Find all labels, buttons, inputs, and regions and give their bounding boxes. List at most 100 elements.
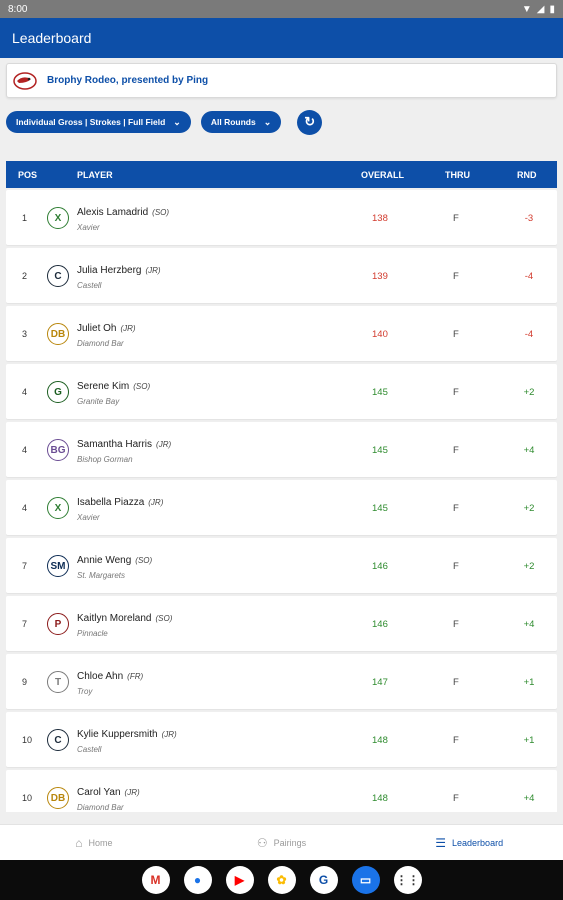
table-row[interactable]: 7 P Kaitlyn Moreland (SO) Pinnacle 146 F +4	[6, 596, 557, 651]
player-name: Alexis Lamadrid (SO)	[77, 207, 169, 218]
player-school: Diamond Bar	[77, 803, 124, 812]
school-logo-icon: SM	[47, 555, 69, 577]
messages-icon[interactable]: ▭	[351, 866, 380, 894]
player-grade: (FR)	[127, 672, 144, 681]
school-logo-text: X	[54, 212, 62, 224]
school-logo-text: X	[54, 502, 62, 514]
photos-icon[interactable]: ✿	[267, 866, 296, 894]
school-logo-icon: BG	[47, 439, 69, 461]
table-row[interactable]: 10 DB Carol Yan (JR) Diamond Bar 148 F +4	[6, 770, 557, 812]
field-filter-label: Individual Gross | Strokes | Full Field	[16, 117, 166, 127]
player-name-text: Annie Weng	[77, 555, 132, 566]
bottom-nav: ⌂ Home ⚇ Pairings ☰ Leaderboard	[0, 824, 563, 860]
player-school: Granite Bay	[77, 397, 120, 406]
field-filter-dropdown[interactable]: Individual Gross | Strokes | Full Field …	[6, 111, 191, 133]
nav-home[interactable]: ⌂ Home	[0, 836, 188, 850]
battery-icon: ▮	[549, 3, 555, 15]
overall-score: 138	[372, 213, 388, 224]
refresh-button[interactable]: ↻	[297, 109, 323, 135]
player-grade: (SO)	[152, 208, 170, 217]
player-name-text: Kaitlyn Moreland	[77, 613, 152, 624]
school-logo-icon: P	[47, 613, 69, 635]
overall-score: 146	[372, 619, 388, 630]
table-row[interactable]: 9 T Chloe Ahn (FR) Troy 147 F +1	[6, 654, 557, 709]
player-name: Annie Weng (SO)	[77, 555, 152, 566]
table-row[interactable]: 3 DB Juliet Oh (JR) Diamond Bar 140 F -4	[6, 306, 557, 361]
table-row[interactable]: 7 SM Annie Weng (SO) St. Margarets 146 F +2	[6, 538, 557, 593]
chrome-icon[interactable]: ●	[183, 866, 212, 894]
player-grade: (JR)	[161, 730, 177, 739]
player-name-text: Alexis Lamadrid	[77, 207, 149, 218]
thru-value: F	[453, 735, 459, 746]
player-name-text: Juliet Oh	[77, 323, 117, 334]
header-rnd: RND	[517, 170, 537, 180]
rounds-filter-dropdown[interactable]: All Rounds ⌄	[200, 111, 282, 133]
leaderboard-header: POS PLAYER OVERALL THRU RND	[6, 161, 557, 188]
player-grade: (JR)	[145, 266, 161, 275]
player-name: Carol Yan (JR)	[77, 787, 140, 798]
overall-score: 145	[372, 445, 388, 456]
row-pos: 10	[22, 735, 33, 745]
rounds-filter-label: All Rounds	[210, 117, 256, 127]
row-pos: 4	[22, 387, 28, 397]
player-grade: (SO)	[135, 556, 153, 565]
overall-score: 139	[372, 271, 388, 282]
overall-score: 145	[372, 387, 388, 398]
player-name: Samantha Harris (JR)	[77, 439, 171, 450]
thru-value: F	[453, 329, 459, 340]
thru-value: F	[453, 503, 459, 514]
round-score: +2	[523, 387, 535, 398]
player-name: Julia Herzberg (JR)	[77, 265, 161, 276]
player-name: Chloe Ahn (FR)	[77, 671, 143, 682]
round-score: +1	[523, 677, 535, 688]
player-school: Castell	[77, 745, 102, 754]
school-logo-icon: T	[47, 671, 69, 693]
status-time: 8:00	[8, 3, 28, 15]
row-pos: 7	[22, 561, 28, 571]
table-row[interactable]: 4 G Serene Kim (SO) Granite Bay 145 F +2	[6, 364, 557, 419]
player-school: St. Margarets	[77, 571, 126, 580]
school-logo-text: DB	[50, 328, 66, 340]
player-school: Bishop Gorman	[77, 455, 133, 464]
player-school: Xavier	[77, 223, 100, 232]
app-bar: Leaderboard	[0, 18, 563, 58]
player-name-text: Serene Kim	[77, 381, 130, 392]
player-school: Troy	[77, 687, 93, 696]
table-row[interactable]: 10 C Kylie Kuppersmith (JR) Castell 148 F +1	[6, 712, 557, 767]
overall-score: 145	[372, 503, 388, 514]
event-card[interactable]: Brophy Rodeo, presented by Ping	[6, 63, 557, 98]
golf-app-icon[interactable]: G	[309, 866, 338, 894]
header-player: PLAYER	[77, 170, 113, 180]
player-name-text: Chloe Ahn	[77, 671, 124, 682]
leaderboard-list[interactable]: 1 X Alexis Lamadrid (SO) Xavier 138 F -3 2 C Julia…	[6, 190, 557, 812]
player-name: Juliet Oh (JR)	[77, 323, 136, 334]
school-logo-icon: X	[47, 497, 69, 519]
table-row[interactable]: 4 X Isabella Piazza (JR) Xavier 145 F +2	[6, 480, 557, 535]
table-row[interactable]: 1 X Alexis Lamadrid (SO) Xavier 138 F -3	[6, 190, 557, 245]
round-score: -3	[524, 213, 534, 224]
overall-score: 148	[372, 735, 388, 746]
people-icon: ⚇	[256, 835, 268, 850]
player-name: Isabella Piazza (JR)	[77, 497, 163, 508]
list-icon: ☰	[435, 835, 447, 850]
nav-pairings[interactable]: ⚇ Pairings	[188, 836, 376, 850]
table-row[interactable]: 4 BG Samantha Harris (JR) Bishop Gorman 145 F +…	[6, 422, 557, 477]
nav-leaderboard[interactable]: ☰ Leaderboard	[375, 836, 563, 850]
filter-bar: Individual Gross | Strokes | Full Field …	[6, 109, 323, 135]
apps-icon[interactable]: ⋮⋮	[393, 866, 422, 894]
player-grade: (JR)	[148, 498, 164, 507]
row-pos: 10	[22, 793, 33, 803]
player-name-text: Samantha Harris	[77, 439, 153, 450]
table-row[interactable]: 2 C Julia Herzberg (JR) Castell 139 F -4	[6, 248, 557, 303]
status-bar: 8:00 ▼ ◢ ▮	[0, 0, 563, 18]
player-school: Pinnacle	[77, 629, 108, 638]
youtube-icon[interactable]: ▶	[225, 866, 254, 894]
nav-pairings-label: Pairings	[273, 837, 307, 848]
header-thru: THRU	[445, 170, 470, 180]
thru-value: F	[453, 387, 459, 398]
school-logo-text: DB	[50, 792, 66, 804]
gmail-icon[interactable]: M	[141, 866, 170, 894]
school-logo-icon: DB	[47, 323, 69, 345]
school-logo-icon: G	[47, 381, 69, 403]
player-school: Xavier	[77, 513, 100, 522]
